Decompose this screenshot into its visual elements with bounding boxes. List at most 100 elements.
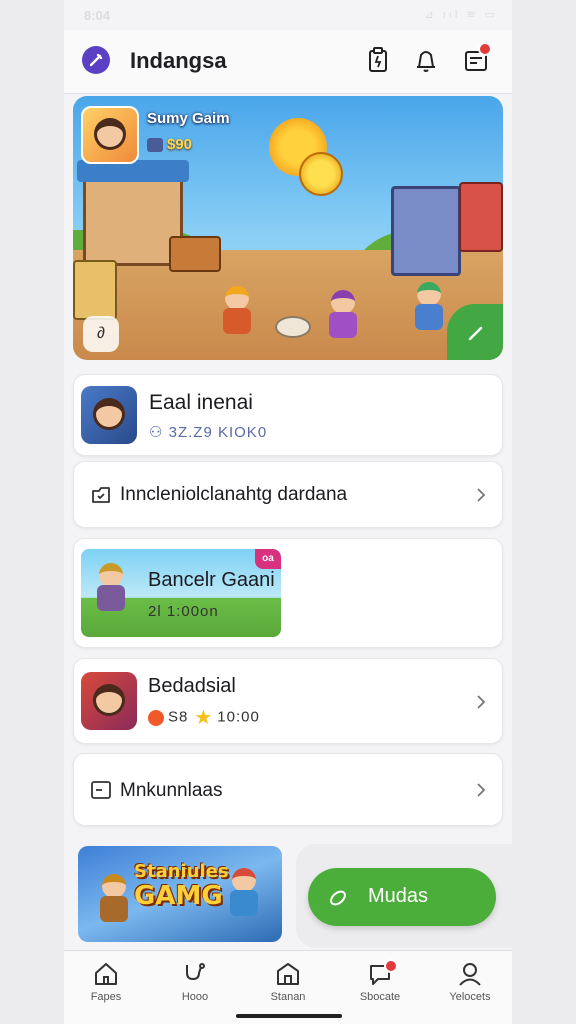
character-head	[232, 868, 256, 892]
character-body	[223, 308, 251, 334]
pencil-icon	[468, 326, 483, 341]
mudas-button[interactable]: Mudas	[308, 868, 496, 926]
tab-messages-label: Sbocate	[359, 991, 401, 1003]
app-logo-icon[interactable]	[82, 46, 110, 74]
hero-game-banner[interactable]: Sumy Gaim $90 ∂	[73, 96, 503, 360]
character-body	[97, 585, 125, 611]
chevron-right-icon	[477, 488, 486, 502]
profile-stats-value: 3Z.Z9 KIOK0	[168, 424, 268, 441]
folder-check-icon	[92, 487, 110, 503]
game-item-title: Bedadsial	[148, 675, 236, 697]
promo-title: Staniules GAMG	[134, 860, 229, 911]
character-body	[415, 304, 443, 330]
bell-icon[interactable]	[412, 46, 440, 74]
tab-store-label: Stanan	[270, 991, 306, 1003]
coin-icon	[299, 152, 343, 196]
info-row-card[interactable]: Inncleniolclanahtg dardana	[73, 461, 503, 528]
info-row-label: Inncleniolclanahtg dardana	[120, 484, 348, 505]
home-icon	[95, 963, 117, 985]
document-icon	[91, 781, 111, 799]
shop-front	[73, 260, 117, 320]
profile-stats: ⚇ 3Z.Z9 KIOK0	[149, 423, 267, 441]
promo-character-right	[226, 868, 262, 922]
promo-banner[interactable]: Staniules GAMG	[78, 846, 282, 942]
user-icon: ⚇	[149, 424, 169, 441]
character-body	[100, 896, 128, 922]
tab-home[interactable]: Fapes	[66, 961, 146, 1011]
food-bowl	[275, 316, 311, 338]
hero-side-button[interactable]: ∂	[83, 316, 119, 352]
character-body	[329, 312, 357, 338]
game-item-thumbnail	[81, 672, 137, 730]
featured-game-card[interactable]: oa Bancelr Gaani 2l 1:00on	[73, 538, 503, 648]
featured-character	[93, 563, 129, 617]
app-title: Indangsa	[130, 48, 227, 73]
status-bar: 8:04 ⊿ ııl ≋ ▭	[64, 0, 512, 30]
hero-game-name: Sumy Gaim	[147, 110, 230, 127]
player-avatar[interactable]	[81, 106, 139, 164]
new-tag-badge: oa	[255, 549, 281, 569]
character-head	[99, 563, 123, 587]
promo-character-left	[96, 874, 132, 928]
game-item-card[interactable]: Bedadsial S8 ★ 10:00	[73, 658, 503, 744]
featured-game-title: Bancelr Gaani	[148, 569, 275, 591]
home-indicator[interactable]	[236, 1014, 342, 1018]
character-body	[230, 890, 258, 916]
menu-row-label: Mnkunnlaas	[120, 780, 223, 801]
tab-activity-label: Hooo	[181, 991, 209, 1003]
action-panel: Mudas	[296, 844, 512, 948]
tag-icon	[330, 890, 346, 906]
tab-activity[interactable]: Hooo	[155, 961, 235, 1011]
user-icon	[459, 963, 481, 986]
featured-game-banner: oa	[81, 549, 281, 637]
character-head	[102, 874, 126, 898]
game-item-rating: S8 ★ 10:00	[148, 705, 260, 730]
house-far-right	[459, 182, 503, 252]
bottom-tab-bar: Fapes Hooo Stanan Sbocate Yelocets	[64, 950, 512, 1024]
clipboard-icon[interactable]	[364, 46, 392, 74]
profile-name: Eaal inenai	[149, 391, 253, 414]
hero-score: $90	[147, 136, 192, 153]
tab-profile[interactable]: Yelocets	[430, 961, 510, 1011]
store-icon	[277, 963, 299, 985]
level-badge-icon	[148, 709, 164, 726]
tab-store[interactable]: Stanan	[248, 961, 328, 1011]
character-1	[219, 286, 255, 340]
avatar-face	[94, 118, 126, 150]
featured-game-subtitle: 2l 1:00on	[148, 603, 219, 620]
tab-profile-label: Yelocets	[449, 991, 491, 1003]
top-app-bar: Indangsa	[64, 30, 512, 94]
stethoscope-icon	[186, 963, 205, 981]
promo-title-line2: GAMG	[134, 881, 223, 911]
messages-badge	[384, 959, 398, 973]
house-left	[83, 176, 183, 266]
chevron-right-icon	[477, 783, 486, 797]
tab-home-label: Fapes	[90, 991, 122, 1003]
character-head	[331, 290, 355, 314]
hero-score-value: $90	[167, 136, 193, 153]
profile-avatar	[81, 386, 137, 444]
game-item-rating-prefix: S8	[168, 708, 189, 726]
tab-messages[interactable]: Sbocate	[340, 959, 420, 1011]
status-icons: ⊿ ııl ≋ ▭	[424, 9, 498, 21]
chevron-right-icon	[477, 695, 486, 709]
app-screen: 8:04 ⊿ ııl ≋ ▭ Indangsa Sumy Gaim $90 ∂ …	[64, 0, 512, 1024]
wallet-icon	[147, 138, 163, 153]
menu-row-card[interactable]: Mnkunnlaas	[73, 753, 503, 826]
character-3	[411, 282, 447, 336]
game-item-rating-value: 10:00	[217, 708, 260, 726]
game-item-thumb-face	[93, 684, 125, 716]
status-time: 8:04	[84, 8, 111, 23]
profile-avatar-face	[93, 398, 125, 430]
character-head	[417, 282, 441, 306]
mudas-button-label: Mudas	[368, 885, 429, 907]
character-head	[225, 286, 249, 310]
character-2	[325, 290, 361, 344]
profile-card[interactable]: Eaal inenai ⚇ 3Z.Z9 KIOK0	[73, 374, 503, 456]
notification-badge	[478, 42, 492, 56]
star-icon: ★	[194, 707, 214, 729]
inbox-icon[interactable]	[462, 42, 492, 74]
house-right	[391, 186, 461, 276]
edit-button[interactable]	[447, 304, 503, 360]
market-stall	[169, 236, 221, 272]
